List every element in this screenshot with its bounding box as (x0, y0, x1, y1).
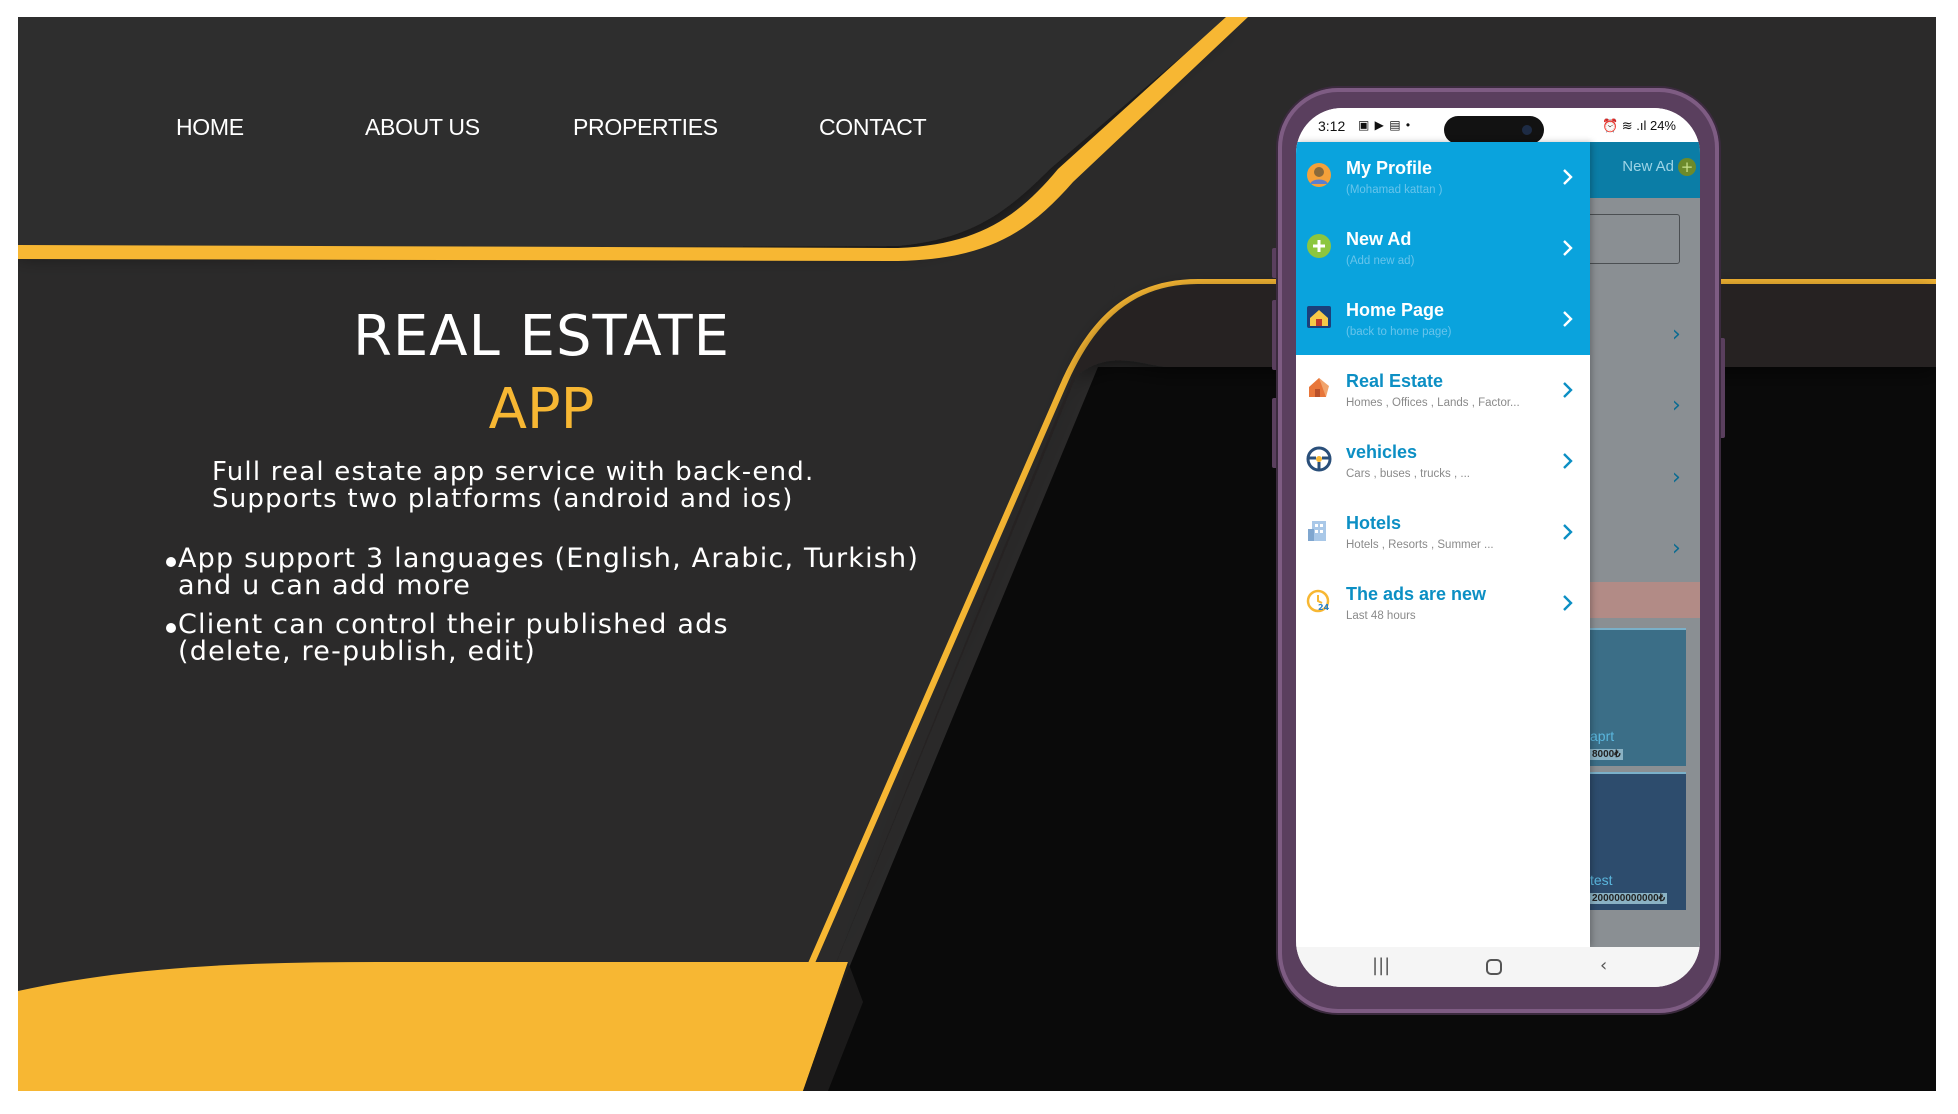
hero-title: REAL ESTATE (353, 304, 730, 369)
status-bar: 3:12 ▣ ▶ ▤ • ⏰ ≋ .ıl 24% (1296, 108, 1700, 144)
home-button[interactable] (1486, 959, 1502, 975)
menu-title: Hotels (1346, 513, 1402, 533)
menu-item-new-ad[interactable]: New Ad (Add new ad) (1296, 213, 1590, 284)
nav-contact-link[interactable]: CONTACT (819, 114, 927, 141)
chevron-right-icon: › (1672, 393, 1681, 418)
chevron-right-icon (1563, 311, 1573, 327)
chevron-right-icon (1563, 240, 1573, 256)
phone-screen: 3:12 ▣ ▶ ▤ • ⏰ ≋ .ıl 24% New Ad + › › › … (1296, 108, 1700, 987)
menu-item-real-estate[interactable]: Real Estate Homes , Offices , Lands , Fa… (1296, 355, 1590, 426)
background-banner (1586, 582, 1700, 618)
description-line-1: Full real estate app service with back-e… (212, 457, 815, 487)
hotel-icon (1308, 521, 1326, 541)
chevron-right-icon (1563, 382, 1573, 398)
menu-subtitle: Last 48 hours (1346, 610, 1416, 622)
menu-subtitle: Cars , buses , trucks , ... (1346, 468, 1470, 480)
menu-item-new-ads[interactable]: 24 The ads are new Last 48 hours (1296, 568, 1590, 639)
menu-item-hotels[interactable]: Hotels Hotels , Resorts , Summer ... (1296, 497, 1590, 568)
menu-subtitle: (Mohamad kattan ) (1346, 184, 1443, 196)
android-navigation-bar: ||| ‹ (1296, 947, 1700, 987)
steering-wheel-icon (1306, 446, 1332, 472)
menu-title: The ads are new (1346, 584, 1487, 604)
notification-icons: ▣ ▶ ▤ • (1358, 118, 1412, 132)
listing-card[interactable]: aprt 8000₺ (1586, 628, 1686, 766)
plus-icon (1307, 234, 1331, 258)
listing-price: 8000₺ (1590, 749, 1623, 760)
hero-subtitle: APP (488, 377, 595, 442)
chevron-right-icon: › (1672, 536, 1681, 561)
feature-languages-line-1: App support 3 languages (English, Arabic… (178, 543, 920, 574)
navigation-drawer: My Profile (Mohamad kattan ) New Ad (Add… (1296, 142, 1590, 947)
menu-subtitle: (back to home page) (1346, 326, 1452, 338)
menu-subtitle: (Add new ad) (1346, 255, 1415, 267)
menu-title: Real Estate (1346, 371, 1444, 391)
background-new-ad-button[interactable]: New Ad (1622, 158, 1674, 175)
description-line-2: Supports two platforms (android and ios) (212, 484, 794, 514)
svg-text:24: 24 (1318, 603, 1330, 612)
plus-icon: + (1678, 158, 1696, 176)
menu-title: New Ad (1346, 229, 1412, 249)
clock-24-icon: 24 (1306, 589, 1330, 613)
signal-icons: ⏰ ≋ .ıl (1601, 118, 1650, 133)
nav-home-link[interactable]: HOME (176, 114, 244, 141)
menu-title: Home Page (1346, 300, 1445, 320)
chevron-right-icon (1563, 169, 1573, 185)
phone-power-button (1719, 338, 1725, 438)
menu-item-home-page[interactable]: Home Page (back to home page) (1296, 284, 1590, 355)
feature-languages-line-2: and u can add more (178, 570, 472, 601)
menu-item-vehicles[interactable]: vehicles Cars , buses , trucks , ... (1296, 426, 1590, 497)
battery-percent: 24% (1649, 118, 1676, 133)
background-search-field[interactable] (1586, 214, 1680, 264)
menu-item-my-profile[interactable]: My Profile (Mohamad kattan ) (1296, 142, 1590, 213)
chevron-right-icon (1563, 524, 1573, 540)
battery-indicator: ⏰ ≋ .ıl 24% (1602, 118, 1676, 134)
nav-about-link[interactable]: ABOUT US (365, 114, 480, 141)
camera-cutout (1444, 116, 1544, 144)
feature-ad-control-line-2: (delete, re-publish, edit) (178, 636, 536, 667)
back-button[interactable]: ‹ (1600, 955, 1607, 976)
menu-title: My Profile (1346, 158, 1433, 178)
chevron-right-icon: › (1672, 465, 1681, 490)
home-icon (1307, 306, 1331, 328)
chevron-right-icon (1563, 453, 1573, 469)
chevron-right-icon (1563, 595, 1573, 611)
recent-apps-button[interactable]: ||| (1372, 955, 1390, 976)
menu-subtitle: Homes , Offices , Lands , Factor... (1346, 397, 1520, 409)
feature-languages: App support 3 languages (English, Arabic… (166, 543, 920, 601)
chevron-right-icon: › (1672, 322, 1681, 347)
feature-ad-control: Client can control their published ads (… (166, 609, 729, 667)
real-estate-icon (1309, 378, 1329, 397)
nav-properties-link[interactable]: PROPERTIES (573, 114, 718, 141)
menu-title: vehicles (1346, 442, 1418, 462)
listing-title: test (1590, 872, 1613, 888)
menu-subtitle: Hotels , Resorts , Summer ... (1346, 539, 1494, 551)
status-time: 3:12 (1318, 118, 1346, 134)
feature-ad-control-line-1: Client can control their published ads (178, 609, 729, 640)
bullet-icon (166, 623, 176, 633)
camera-lens-icon (1522, 125, 1532, 135)
profile-icon (1307, 163, 1331, 187)
bullet-icon (166, 557, 176, 567)
listing-card[interactable]: test 200000000000₺ (1586, 772, 1686, 910)
listing-title: aprt (1590, 728, 1615, 744)
listing-price: 200000000000₺ (1590, 893, 1668, 904)
